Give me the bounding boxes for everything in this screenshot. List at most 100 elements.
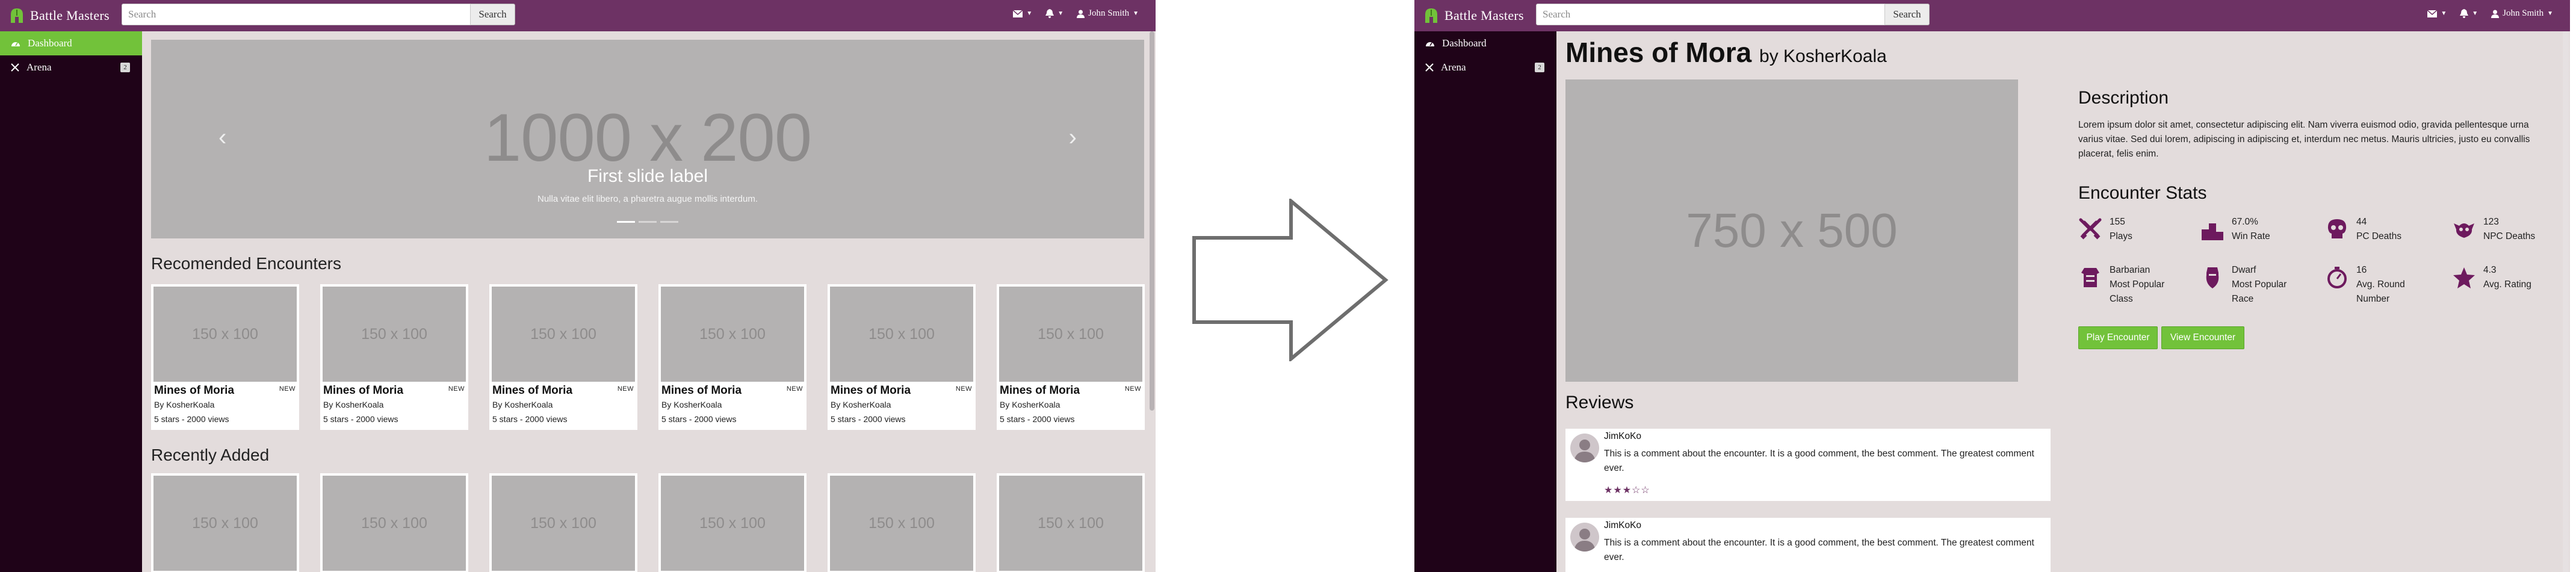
stat-popular-class: Barbarian Most Popular Class [2078,263,2170,306]
sidebar: Dashboard Arena 2 [1414,31,1556,572]
user-menu[interactable]: John Smith ▼ [1077,8,1139,19]
encounter-card[interactable]: 150 x 100 Mines of Moria NEW By KosherKoala… [658,284,807,430]
search-button[interactable]: Search [471,4,515,25]
brand[interactable]: Battle Masters [1424,6,1524,25]
encounter-card[interactable]: 150 x 100 Mines of Moria NEW By KosherKoala… [489,284,637,430]
encounter-card[interactable]: 150 x 100 Mines of Moria NEW By KosherKoala… [320,284,468,430]
encounter-card[interactable]: 150 x 100 [828,473,976,572]
caret-down-icon: ▼ [2547,10,2553,17]
user-menu[interactable]: John Smith ▼ [2491,8,2553,19]
avatar[interactable] [1570,523,1599,552]
encounter-image: 750 x 500 [1565,79,2018,382]
stat-avg-rating: 4.3 Avg. Rating [2452,263,2531,292]
notifications-menu[interactable]: ▼ [2460,9,2478,18]
encounter-card[interactable]: 150 x 100 Mines of Moria NEW By KosherKoala… [151,284,299,430]
sidebar-item-arena[interactable]: Arena 2 [0,55,142,79]
card-thumbnail: 150 x 100 [830,287,973,382]
sidebar-item-dashboard[interactable]: Dashboard [1414,31,1556,55]
card-title[interactable]: Mines of Moria [661,384,742,397]
reviewer-name[interactable]: JimKoKo [1604,520,1641,531]
new-badge: NEW [617,385,634,393]
user-icon [2491,10,2500,18]
carousel-indicator[interactable] [660,221,678,223]
carousel-indicator[interactable] [617,221,635,223]
card-thumbnail: 150 x 100 [661,287,804,382]
encounter-card[interactable]: 150 x 100 [489,473,637,572]
crossed-swords-icon [2079,218,2102,240]
right-arrow-icon [1192,199,1389,361]
encounter-card[interactable]: 150 x 100 [320,473,468,572]
envelope-icon [1013,10,1023,17]
new-badge: NEW [1124,385,1141,393]
stat-avg-round: 16 Avg. Round Number [2325,263,2417,306]
encounter-card[interactable]: 150 x 100 [658,473,807,572]
arena-icon [1425,63,1434,72]
card-title[interactable]: Mines of Moria [154,384,234,397]
card-thumbnail: 150 x 100 [999,476,1142,571]
search-input[interactable] [1536,4,1885,25]
play-encounter-button[interactable]: Play Encounter [2078,326,2158,349]
encounter-card[interactable]: 150 x 100 Mines of Moria NEW By KosherKoala… [828,284,976,430]
sidebar-item-arena[interactable]: Arena 2 [1414,55,1556,79]
sidebar-item-dashboard[interactable]: Dashboard [0,31,142,55]
stats-heading: Encounter Stats [2078,183,2207,203]
page-scrollbar[interactable] [1150,31,1154,411]
encounter-card[interactable]: 150 x 100 Mines of Moria NEW By KosherKoala… [997,284,1145,430]
search-form: Search [122,4,515,25]
view-encounter-button[interactable]: View Encounter [2161,326,2244,349]
encounter-card[interactable]: 150 x 100 [151,473,299,572]
card-title[interactable]: Mines of Moria [1000,384,1080,397]
star-icon [2453,267,2475,288]
stopwatch-icon [2327,267,2347,288]
stat-value: Barbarian [2110,265,2150,275]
card-thumbnail: 150 x 100 [323,476,466,571]
helmet-logo-icon [11,8,23,23]
encounter-author[interactable]: by KosherKoala [1759,46,1887,66]
avatar[interactable] [1570,434,1599,462]
search-form: Search [1536,4,1930,25]
description-heading: Description [2078,88,2169,108]
top-navbar: Battle Masters Search ▼ ▼ John Smith▼ [0,0,1156,31]
caret-down-icon: ▼ [2441,10,2447,17]
carousel-next-icon[interactable]: › [1069,124,1077,151]
encounter-main: Mines of Mora by KosherKoala 750 x 500 D… [1556,31,2570,572]
encounter-detail-screenshot: Battle Masters Search ▼ ▼ John Smith▼ Da… [1414,0,2570,572]
carousel-caption: First slide label [587,166,708,186]
card-author: By KosherKoala [661,400,722,409]
bell-icon [1045,9,1054,18]
carousel-prev-icon[interactable]: ‹ [218,124,226,151]
stat-npc-deaths: 123 NPC Deaths [2452,215,2535,244]
caret-down-icon: ▼ [1133,10,1139,17]
recommended-title: Recomended Encounters [151,254,341,273]
new-badge: NEW [955,385,972,393]
card-title[interactable]: Mines of Moria [323,384,403,397]
recommended-encounters: 150 x 100 Mines of Moria NEW By KosherKoala… [151,284,1145,430]
reviewer-name[interactable]: JimKoKo [1604,431,1641,442]
card-author: By KosherKoala [154,400,215,409]
messages-menu[interactable]: ▼ [2427,10,2447,17]
skull-icon [2327,219,2347,238]
search-button[interactable]: Search [1885,4,1930,25]
card-stats: 5 stars - 2000 views [831,414,906,424]
encounter-card[interactable]: 150 x 100 [997,473,1145,572]
top-navbar: Battle Masters Search ▼ ▼ John Smith▼ [1414,0,2570,31]
page-scrollbar[interactable] [2563,31,2569,572]
brand[interactable]: Battle Masters [10,6,110,25]
stat-label: Most Popular Class [2110,279,2165,304]
search-input[interactable] [122,4,471,25]
notifications-menu[interactable]: ▼ [1045,9,1064,18]
messages-menu[interactable]: ▼ [1013,10,1032,17]
stat-label: Win Rate [2232,231,2270,241]
carousel-indicator[interactable] [639,221,657,223]
recently-added-encounters: 150 x 100 150 x 100 150 x 100 150 x 100 150 … [151,473,1145,572]
card-title[interactable]: Mines of Moria [831,384,911,397]
stat-win-rate: 67.0% Win Rate [2200,215,2270,244]
review-text: This is a comment about the encounter. I… [1604,538,2034,562]
user-icon [1077,10,1085,18]
card-author: By KosherKoala [323,400,384,409]
sidebar-item-label: Arena [1441,61,1466,73]
stat-label: Plays [2110,231,2132,241]
carousel-indicators [151,221,1144,223]
card-title[interactable]: Mines of Moria [492,384,572,397]
card-thumbnail: 150 x 100 [830,476,973,571]
